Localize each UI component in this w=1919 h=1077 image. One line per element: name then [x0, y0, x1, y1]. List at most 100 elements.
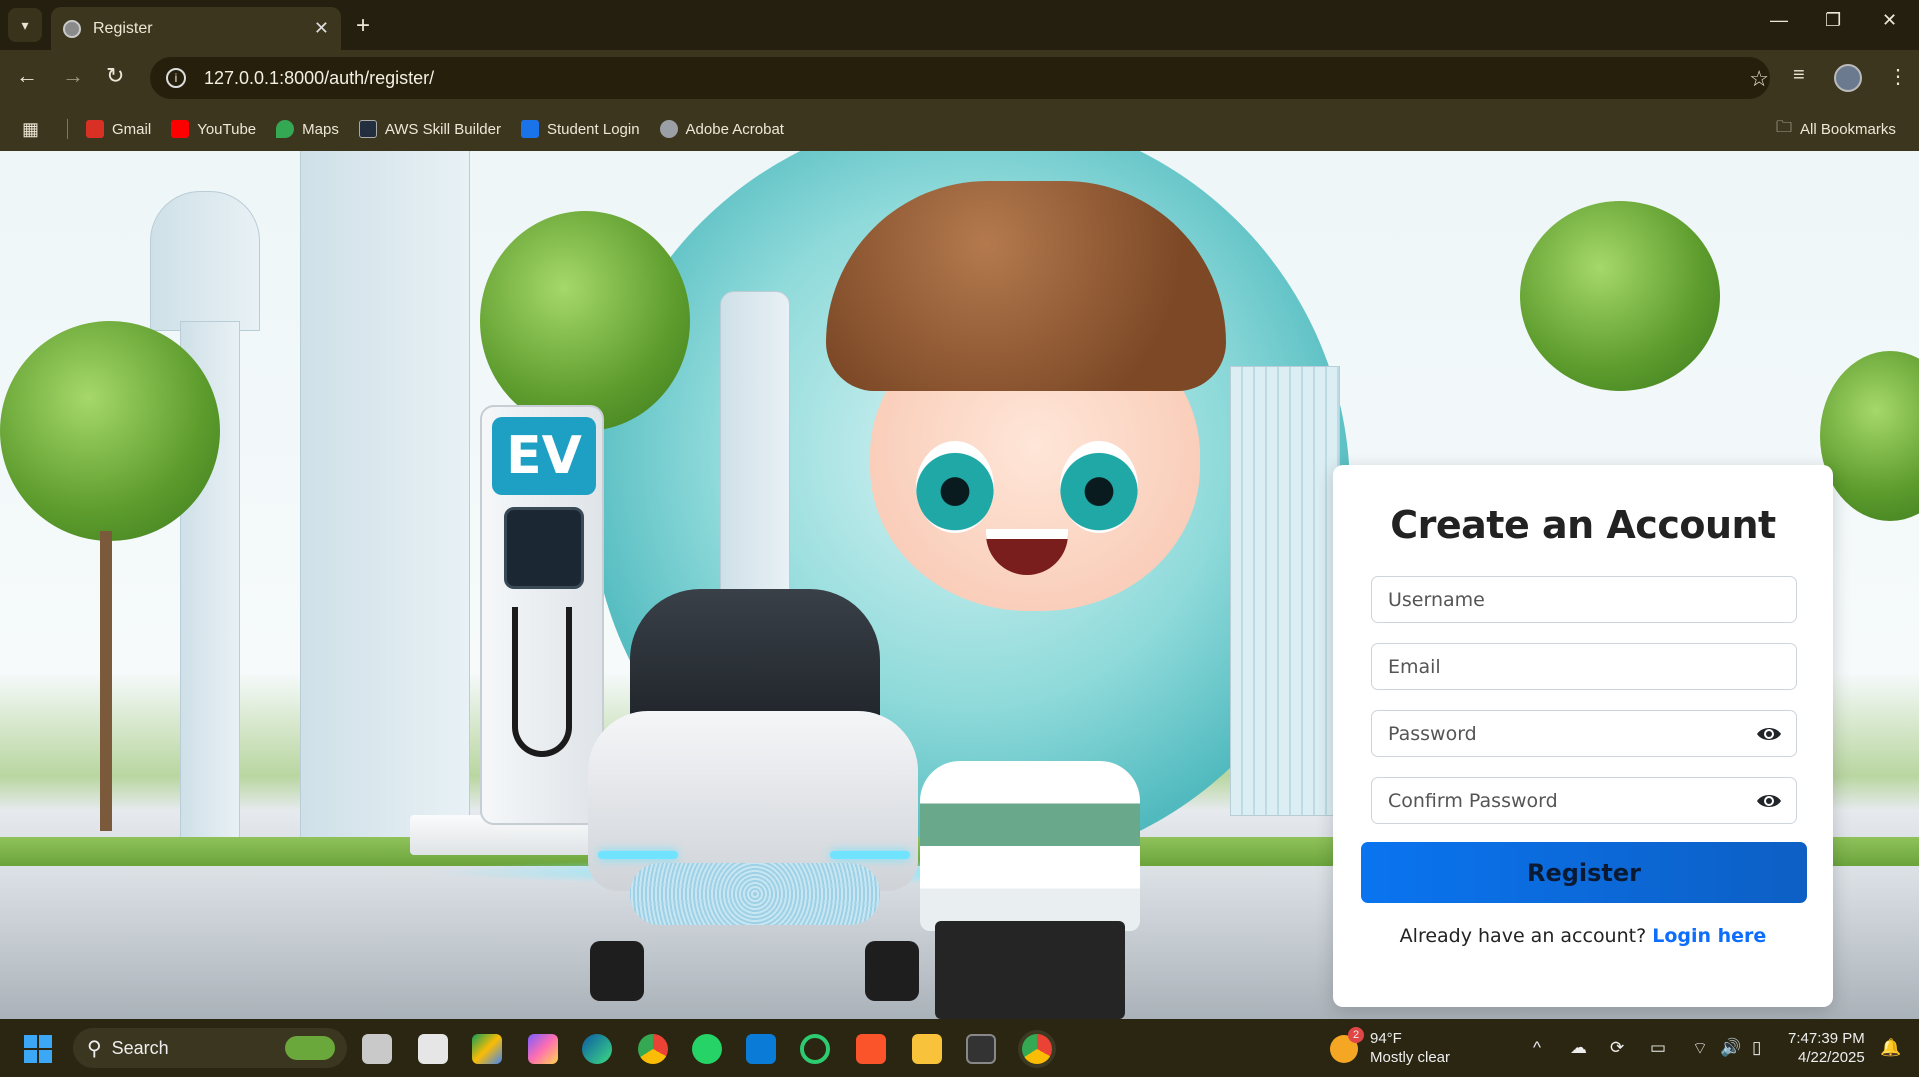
whatsapp-icon[interactable]	[692, 1034, 722, 1064]
more-menu-icon[interactable]: ⋮	[1888, 64, 1908, 89]
username-input[interactable]	[1388, 577, 1796, 622]
gmail-icon	[86, 120, 105, 138]
edge-icon[interactable]	[582, 1034, 612, 1064]
show-password-eye-icon[interactable]	[1756, 723, 1782, 745]
restore-icon[interactable]: ❐	[1825, 10, 1841, 31]
microsoft-store-icon[interactable]	[418, 1034, 448, 1064]
character-shirt	[920, 761, 1140, 931]
bookmark-gmail[interactable]: Gmail	[86, 120, 151, 138]
google-drive-icon[interactable]	[472, 1034, 502, 1064]
username-field[interactable]	[1371, 576, 1797, 623]
tab-register[interactable]: Register ✕	[51, 7, 341, 50]
minimize-icon[interactable]: —	[1770, 10, 1788, 31]
globe-icon	[659, 120, 678, 138]
file-explorer-icon[interactable]	[912, 1034, 942, 1064]
bookmark-label: Student Login	[546, 120, 640, 138]
clock-date: 4/22/2025	[1797, 1049, 1865, 1066]
password-field[interactable]	[1371, 710, 1797, 757]
email-input[interactable]	[1388, 644, 1796, 689]
register-page: EV Create an Account Username Email Regi…	[0, 151, 1919, 1019]
bookmark-maps[interactable]: Maps	[276, 120, 339, 138]
weather-widget[interactable]: 2 94°F Mostly clear	[1330, 1027, 1450, 1067]
wifi-icon[interactable]: ⌔	[1692, 1038, 1708, 1059]
tab-title: Register	[93, 19, 153, 37]
battery-icon[interactable]: ▯	[1752, 1038, 1761, 1058]
student-login-icon	[520, 120, 539, 138]
confirm-password-field[interactable]	[1371, 777, 1797, 824]
task-view-icon[interactable]	[362, 1034, 392, 1064]
taskbar: ⚲ Search 2 94°F Mostly clear ^ ☁ ⟳ ▭ ⌔ 🔊…	[0, 1019, 1919, 1077]
chevron-up-icon[interactable]: ^	[1533, 1038, 1541, 1058]
tree	[480, 211, 690, 431]
tab-search-button[interactable]: ▾	[8, 8, 42, 42]
browser-toolbar: ← → ↻ i 127.0.0.1:8000/auth/register/ ☆ …	[0, 50, 1919, 107]
tab-strip: ▾ Register ✕ + — ❐ ✕	[0, 0, 1919, 50]
search-icon: ⚲	[87, 1037, 102, 1060]
bookmark-aws-skill-builder[interactable]: AWS Skill Builder	[358, 120, 501, 138]
url-text: 127.0.0.1:8000/auth/register/	[204, 67, 435, 88]
vscode-icon[interactable]	[746, 1034, 776, 1064]
tree	[1820, 351, 1919, 521]
show-confirm-password-eye-icon[interactable]	[1756, 790, 1782, 812]
all-bookmarks[interactable]: 🗀 All Bookmarks	[1776, 116, 1896, 143]
terminal-icon[interactable]	[966, 1034, 996, 1064]
back-arrow-icon[interactable]: ←	[16, 63, 38, 89]
apps-grid-icon[interactable]: ▦	[22, 119, 39, 140]
onedrive-icon[interactable]: ☁	[1570, 1038, 1587, 1058]
copilot-icon[interactable]	[528, 1034, 558, 1064]
bookmark-student-login[interactable]: Student Login	[520, 120, 640, 138]
maps-icon	[276, 120, 295, 138]
media-control-icon[interactable]: ≡	[1793, 64, 1805, 87]
office-building	[300, 151, 470, 867]
charger-cable	[512, 607, 572, 757]
charger-screen	[504, 507, 584, 589]
bookmark-youtube[interactable]: YouTube	[171, 120, 256, 138]
login-link[interactable]: Login here	[1652, 925, 1766, 947]
weather-badge: 2	[1348, 1027, 1364, 1043]
address-bar[interactable]: i 127.0.0.1:8000/auth/register/	[150, 57, 1770, 99]
forward-arrow-icon[interactable]: →	[62, 63, 84, 89]
chrome-active-icon[interactable]	[1022, 1034, 1052, 1064]
windows-start-icon[interactable]	[24, 1035, 52, 1063]
search-highlight-icon	[285, 1036, 335, 1060]
email-field[interactable]	[1371, 643, 1797, 690]
bookmark-label: AWS Skill Builder	[384, 120, 501, 138]
register-button[interactable]: Register	[1361, 842, 1807, 903]
chrome-icon[interactable]	[638, 1034, 668, 1064]
character-eye	[1060, 441, 1138, 533]
weather-temp: 94°F	[1370, 1030, 1402, 1047]
taskbar-search[interactable]: ⚲ Search	[73, 1028, 347, 1068]
login-prompt: Already have an account?	[1399, 925, 1647, 947]
window-close-icon[interactable]: ✕	[1882, 10, 1897, 31]
car-grille	[630, 863, 880, 925]
folder-icon: 🗀	[1776, 118, 1793, 136]
confirm-password-input[interactable]	[1388, 778, 1796, 823]
display-icon[interactable]: ▭	[1650, 1038, 1666, 1058]
register-card: Create an Account Register Already have …	[1333, 465, 1833, 1007]
bookmark-star-icon[interactable]: ☆	[1749, 66, 1769, 92]
update-icon[interactable]: ⟳	[1610, 1038, 1624, 1058]
form-title: Create an Account	[1390, 503, 1776, 547]
clock[interactable]: 7:47:39 PM 4/22/2025	[1788, 1029, 1865, 1067]
character-eye	[916, 441, 994, 533]
wheel	[865, 941, 919, 1001]
new-tab-button[interactable]: +	[356, 12, 370, 40]
profile-avatar[interactable]	[1834, 64, 1862, 92]
tree	[0, 321, 220, 541]
notification-bell-icon[interactable]: 🔔	[1880, 1038, 1901, 1058]
site-info-icon[interactable]: i	[166, 68, 186, 88]
reload-icon[interactable]: ↻	[106, 63, 124, 89]
volume-icon[interactable]: 🔊	[1720, 1038, 1741, 1058]
password-input[interactable]	[1388, 711, 1796, 756]
wheel	[590, 941, 644, 1001]
bookmarks-divider	[67, 119, 69, 139]
bookmarks-bar: ▦ Gmail YouTube Maps AWS Skill Builder S…	[0, 107, 1919, 151]
youtube-icon	[171, 120, 190, 138]
sync-app-icon[interactable]	[800, 1034, 830, 1064]
tree	[1520, 201, 1720, 391]
bookmark-adobe-acrobat[interactable]: Adobe Acrobat	[659, 120, 784, 138]
brave-icon[interactable]	[856, 1034, 886, 1064]
close-icon[interactable]: ✕	[314, 18, 329, 39]
ev-label: EV	[492, 417, 596, 495]
tower	[150, 191, 260, 331]
